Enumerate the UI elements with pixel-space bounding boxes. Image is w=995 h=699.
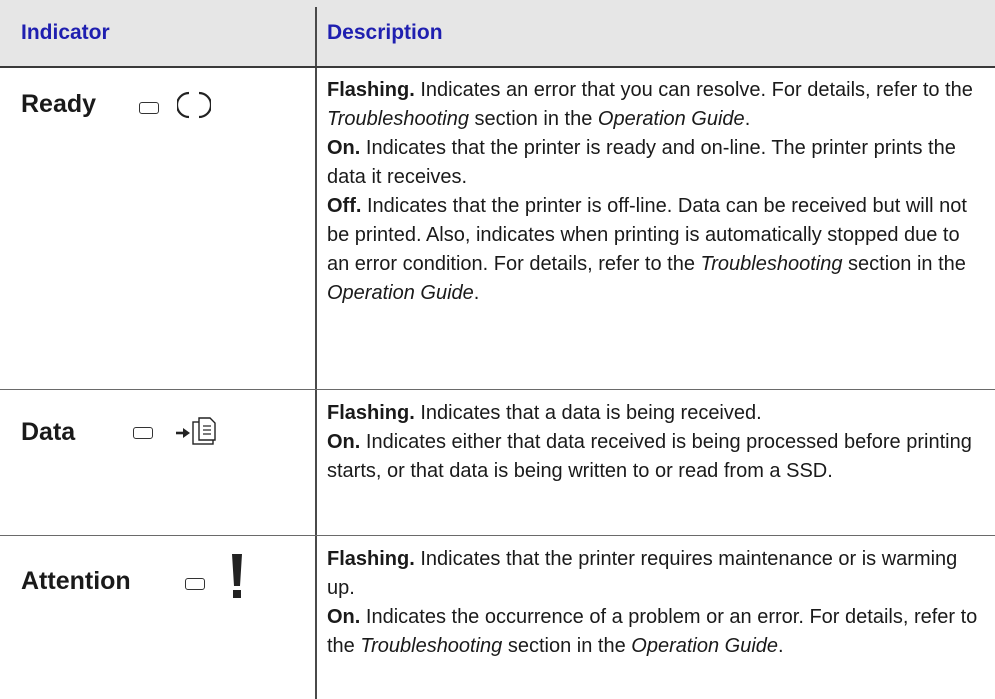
- description-text: Indicates that a data is being received.: [414, 402, 762, 424]
- status-term: On.: [327, 606, 361, 628]
- description-paragraph: Flashing. Indicates an error that you ca…: [327, 76, 987, 134]
- indicator-cell-ready: Ready: [0, 67, 315, 389]
- description-text: section in the: [842, 253, 966, 275]
- description-paragraph: Flashing. Indicates that a data is being…: [327, 399, 987, 428]
- description-paragraph: Flashing. Indicates that the printer req…: [327, 545, 987, 603]
- status-term: Flashing.: [327, 548, 415, 570]
- description-text: section in the: [502, 635, 632, 657]
- status-term: On.: [327, 431, 361, 453]
- description-data: Flashing. Indicates that a data is being…: [327, 399, 987, 486]
- status-term: Off.: [327, 195, 362, 217]
- doc-reference: Troubleshooting: [700, 253, 843, 275]
- led-icon: [139, 102, 159, 114]
- doc-reference: Troubleshooting: [360, 635, 503, 657]
- ready-circle-icon: [177, 88, 211, 122]
- header-indicator: Indicator: [21, 21, 110, 44]
- doc-reference: Operation Guide: [327, 282, 474, 304]
- status-term: Flashing.: [327, 79, 415, 101]
- description-attention: Flashing. Indicates that the printer req…: [327, 545, 987, 661]
- description-text: Indicates that the printer is ready and …: [327, 137, 956, 188]
- description-text: .: [778, 635, 784, 657]
- led-icon: [133, 427, 153, 439]
- description-paragraph: On. Indicates the occurrence of a proble…: [327, 603, 987, 661]
- indicator-cell-data: Data: [0, 390, 315, 535]
- description-text: section in the: [468, 108, 598, 130]
- description-text: Indicates an error that you can resolve.…: [414, 79, 973, 101]
- description-text: Indicates either that data received is b…: [327, 431, 972, 482]
- doc-reference: Troubleshooting: [327, 108, 469, 130]
- description-text: .: [744, 108, 751, 130]
- description-paragraph: On. Indicates that the printer is ready …: [327, 134, 987, 192]
- column-divider: [315, 7, 317, 699]
- header-description: Description: [327, 21, 443, 44]
- data-label: Data: [21, 418, 76, 446]
- description-paragraph: Off. Indicates that the printer is off-l…: [327, 192, 987, 308]
- data-receive-icon: [175, 415, 231, 449]
- status-term: On.: [327, 137, 361, 159]
- doc-reference: Operation Guide: [597, 108, 745, 130]
- description-text: .: [473, 282, 480, 304]
- description-text: Indicates that the printer requires main…: [327, 548, 958, 599]
- indicator-table: Indicator Description Ready Flashing. In…: [0, 0, 995, 699]
- ready-label: Ready: [21, 90, 97, 118]
- attention-label: Attention: [21, 567, 131, 595]
- table-header: Indicator Description: [0, 0, 995, 67]
- indicator-cell-attention: Attention: [0, 536, 315, 699]
- exclamation-icon: [229, 553, 245, 601]
- status-term: Flashing.: [327, 402, 415, 424]
- doc-reference: Operation Guide: [631, 635, 779, 657]
- description-ready: Flashing. Indicates an error that you ca…: [327, 76, 987, 308]
- description-paragraph: On. Indicates either that data received …: [327, 428, 987, 486]
- led-icon: [185, 578, 205, 590]
